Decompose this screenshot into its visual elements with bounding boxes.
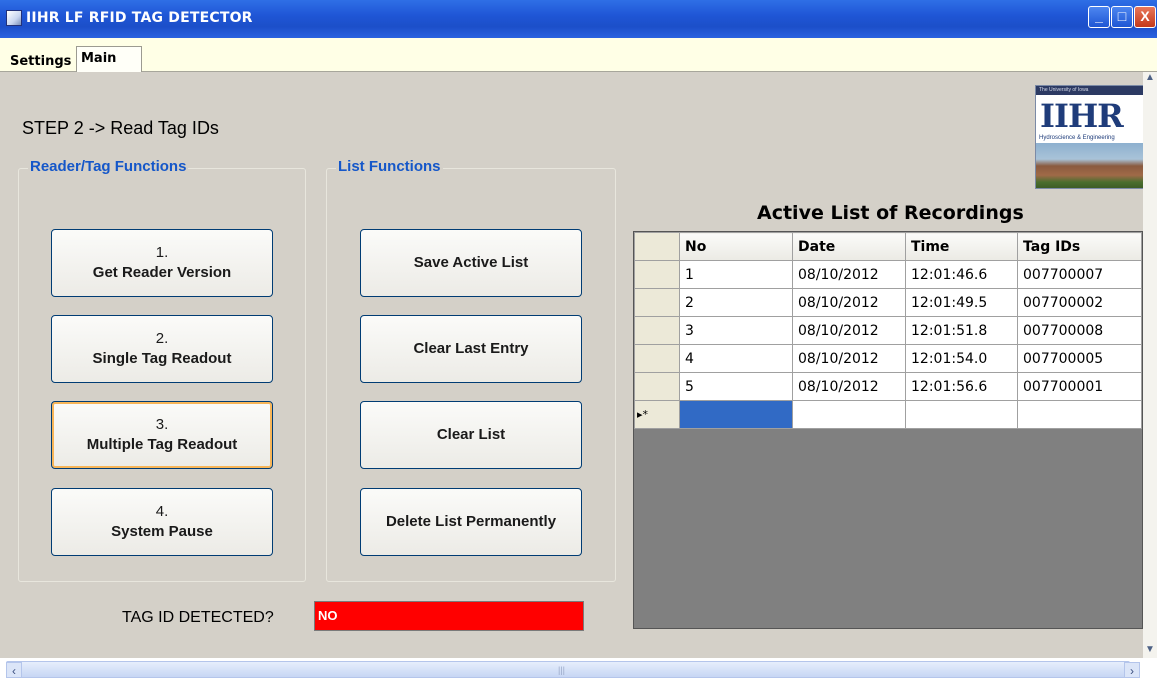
tag-detected-label: TAG ID DETECTED? bbox=[122, 609, 274, 626]
cell-tag-id[interactable]: 007700007 bbox=[1017, 260, 1142, 289]
new-cell-date[interactable] bbox=[792, 400, 906, 429]
cell-no[interactable]: 1 bbox=[679, 260, 793, 289]
clear-list-button[interactable]: Clear List bbox=[360, 401, 582, 469]
column-header-date[interactable]: Date bbox=[792, 232, 906, 261]
delete-list-permanently-button[interactable]: Delete List Permanently bbox=[360, 488, 582, 556]
button-label: System Pause bbox=[111, 523, 213, 540]
button-label: Save Active List bbox=[413, 254, 529, 271]
table-row[interactable]: 4 08/10/2012 12:01:54.0 007700005 bbox=[634, 344, 1142, 373]
cell-date[interactable]: 08/10/2012 bbox=[792, 316, 906, 345]
table-row[interactable]: 1 08/10/2012 12:01:46.6 007700007 bbox=[634, 260, 1142, 289]
row-header[interactable] bbox=[634, 260, 680, 289]
logo-university-text: The University of Iowa bbox=[1036, 86, 1144, 95]
new-row-marker[interactable]: ▸* bbox=[634, 400, 680, 429]
cell-time[interactable]: 12:01:51.8 bbox=[905, 316, 1018, 345]
cell-no[interactable]: 4 bbox=[679, 344, 793, 373]
horizontal-scrollbar[interactable]: ‹ ||| › bbox=[0, 658, 1157, 681]
building-photo bbox=[1036, 143, 1144, 188]
column-header-tag-ids[interactable]: Tag IDs bbox=[1017, 232, 1142, 261]
cell-no[interactable]: 3 bbox=[679, 316, 793, 345]
cell-no[interactable]: 5 bbox=[679, 372, 793, 401]
list-functions-title: List Functions bbox=[336, 158, 443, 175]
table-row[interactable]: 5 08/10/2012 12:01:56.6 007700001 bbox=[634, 372, 1142, 401]
button-label: Multiple Tag Readout bbox=[86, 436, 238, 453]
row-header[interactable] bbox=[634, 288, 680, 317]
new-cell-tag-id[interactable] bbox=[1017, 400, 1142, 429]
button-label: Delete List Permanently bbox=[385, 513, 557, 530]
single-tag-readout-button[interactable]: 2. Single Tag Readout bbox=[51, 315, 273, 383]
new-cell-time[interactable] bbox=[905, 400, 1018, 429]
logo-letters: IIHR bbox=[1040, 97, 1124, 135]
recordings-grid-title: Active List of Recordings bbox=[757, 202, 1024, 224]
scroll-right-icon[interactable]: › bbox=[1124, 662, 1140, 678]
get-reader-version-button[interactable]: 1. Get Reader Version bbox=[51, 229, 273, 297]
button-number: 1. bbox=[155, 244, 169, 261]
multiple-tag-readout-button[interactable]: 3. Multiple Tag Readout bbox=[51, 401, 273, 469]
minimize-button[interactable]: _ bbox=[1088, 6, 1110, 28]
iihr-logo: The University of Iowa IIHR Hydroscience… bbox=[1035, 85, 1145, 189]
cell-date[interactable]: 08/10/2012 bbox=[792, 288, 906, 317]
close-button[interactable]: X bbox=[1134, 6, 1156, 28]
cell-time[interactable]: 12:01:54.0 bbox=[905, 344, 1018, 373]
scroll-track[interactable] bbox=[6, 661, 1130, 678]
table-row[interactable]: 2 08/10/2012 12:01:49.5 007700002 bbox=[634, 288, 1142, 317]
column-header-time[interactable]: Time bbox=[905, 232, 1018, 261]
logo-subtitle: Hydroscience & Engineering bbox=[1039, 135, 1115, 141]
logo-mark: IIHR Hydroscience & Engineering bbox=[1036, 95, 1144, 143]
tab-main[interactable]: Main bbox=[76, 46, 142, 74]
new-row[interactable]: ▸* bbox=[634, 400, 1142, 429]
button-label: Get Reader Version bbox=[92, 264, 232, 281]
recordings-table: No Date Time Tag IDs 1 08/10/2012 12:01:… bbox=[634, 232, 1142, 429]
step-title: STEP 2 -> Read Tag IDs bbox=[22, 118, 219, 138]
window-title: IIHR LF RFID TAG DETECTOR bbox=[26, 10, 253, 26]
maximize-button[interactable]: □ bbox=[1111, 6, 1133, 28]
cell-date[interactable]: 08/10/2012 bbox=[792, 372, 906, 401]
title-bar[interactable]: IIHR LF RFID TAG DETECTOR _ □ X bbox=[0, 0, 1157, 38]
app-icon bbox=[6, 10, 22, 26]
cell-date[interactable]: 08/10/2012 bbox=[792, 260, 906, 289]
recordings-grid[interactable]: No Date Time Tag IDs 1 08/10/2012 12:01:… bbox=[633, 231, 1143, 629]
row-header[interactable] bbox=[634, 372, 680, 401]
tab-strip: Settings Main bbox=[0, 38, 1157, 74]
button-number: 2. bbox=[155, 330, 169, 347]
scroll-up-icon[interactable]: ▲ bbox=[1143, 72, 1157, 86]
row-header[interactable] bbox=[634, 344, 680, 373]
button-number: 3. bbox=[155, 416, 169, 433]
button-label: Clear List bbox=[436, 426, 506, 443]
button-number: 4. bbox=[155, 503, 169, 520]
cell-time[interactable]: 12:01:56.6 bbox=[905, 372, 1018, 401]
system-pause-button[interactable]: 4. System Pause bbox=[51, 488, 273, 556]
main-panel: STEP 2 -> Read Tag IDs Reader/Tag Functi… bbox=[0, 72, 1145, 658]
cell-no[interactable]: 2 bbox=[679, 288, 793, 317]
tag-detected-indicator: NO bbox=[314, 601, 584, 631]
table-row[interactable]: 3 08/10/2012 12:01:51.8 007700008 bbox=[634, 316, 1142, 345]
save-active-list-button[interactable]: Save Active List bbox=[360, 229, 582, 297]
cell-tag-id[interactable]: 007700008 bbox=[1017, 316, 1142, 345]
corner-header bbox=[634, 232, 680, 261]
column-header-no[interactable]: No bbox=[679, 232, 793, 261]
button-label: Single Tag Readout bbox=[92, 350, 232, 367]
cell-time[interactable]: 12:01:49.5 bbox=[905, 288, 1018, 317]
scroll-grip-icon[interactable]: ||| bbox=[558, 665, 565, 675]
reader-functions-title: Reader/Tag Functions bbox=[28, 158, 189, 175]
clear-last-entry-button[interactable]: Clear Last Entry bbox=[360, 315, 582, 383]
row-header[interactable] bbox=[634, 316, 680, 345]
scroll-down-icon[interactable]: ▼ bbox=[1143, 644, 1157, 658]
cell-tag-id[interactable]: 007700002 bbox=[1017, 288, 1142, 317]
header-row: No Date Time Tag IDs bbox=[634, 232, 1142, 261]
vertical-scrollbar[interactable]: ▲ ▼ bbox=[1143, 72, 1157, 658]
new-cell-no[interactable] bbox=[679, 400, 793, 429]
cell-date[interactable]: 08/10/2012 bbox=[792, 344, 906, 373]
cell-time[interactable]: 12:01:46.6 bbox=[905, 260, 1018, 289]
scroll-left-icon[interactable]: ‹ bbox=[6, 662, 22, 678]
button-label: Clear Last Entry bbox=[413, 340, 529, 357]
cell-tag-id[interactable]: 007700005 bbox=[1017, 344, 1142, 373]
cell-tag-id[interactable]: 007700001 bbox=[1017, 372, 1142, 401]
